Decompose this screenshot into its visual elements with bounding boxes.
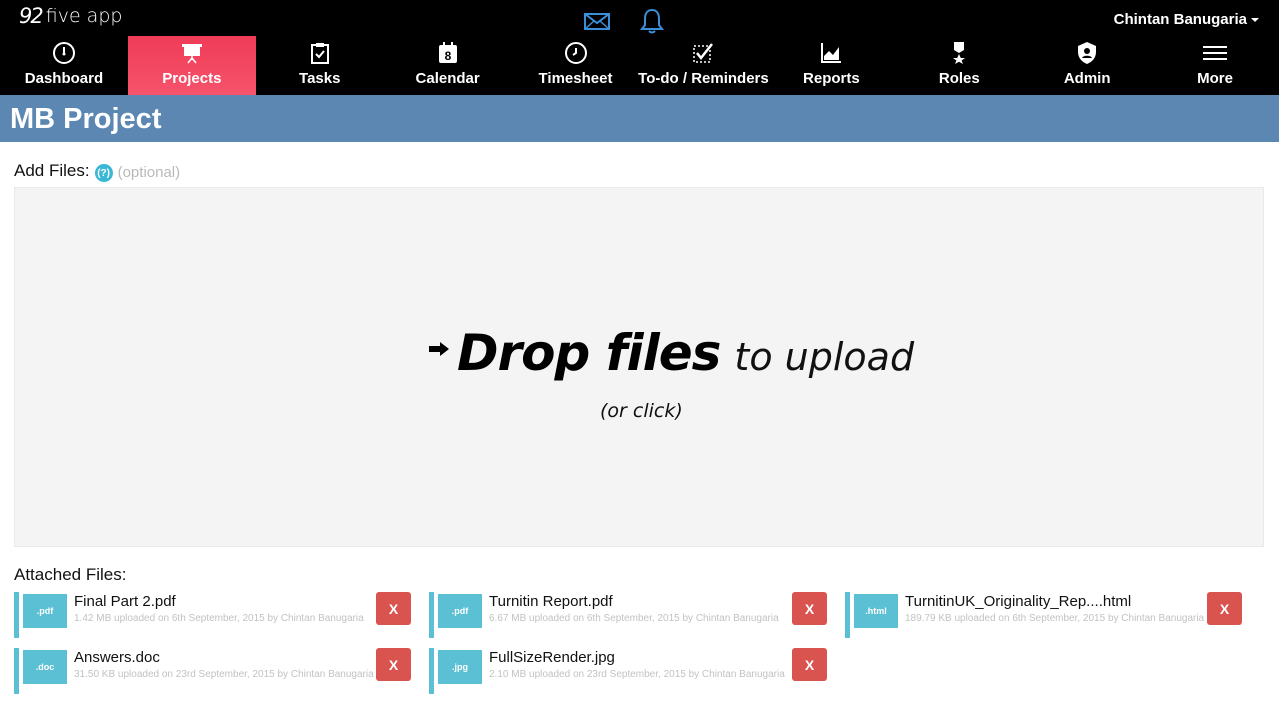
top-navigation-bar: 92 five app Chintan Banugaria Dashboard … [0, 0, 1279, 95]
page-title: MB Project [10, 103, 162, 135]
nav-label: Projects [162, 70, 222, 87]
file-type-thumb: .pdf [23, 594, 67, 628]
file-name[interactable]: Answers.doc [74, 649, 374, 666]
attached-file[interactable]: .pdf Final Part 2.pdf 1.42 MB uploaded o… [14, 592, 414, 638]
nav-label: Dashboard [24, 70, 104, 87]
nav-label: Reports [803, 70, 860, 87]
dropzone-message: Drop files to upload [429, 324, 914, 382]
attached-file[interactable]: .jpg FullSizeRender.jpg 2.10 MB uploaded… [429, 648, 829, 694]
file-name[interactable]: TurnitinUK_Originality_Rep....html [905, 593, 1204, 610]
file-type-thumb: .html [854, 594, 898, 628]
attached-file[interactable]: .html TurnitinUK_Originality_Rep....html… [845, 592, 1245, 638]
nav-label: To-do / Reminders [638, 70, 769, 87]
file-type-thumb: .jpg [438, 650, 482, 684]
medal-icon [946, 40, 972, 66]
delete-file-button[interactable]: X [376, 592, 411, 625]
file-meta: 189.79 KB uploaded on 6th September, 201… [905, 613, 1205, 624]
file-name[interactable]: FullSizeRender.jpg [489, 649, 785, 666]
file-dropzone[interactable]: Drop files to upload (or click) [14, 187, 1264, 547]
optional-text: (optional) [117, 163, 181, 181]
nav-item-calendar[interactable]: 8 Calendar [384, 36, 512, 95]
file-accent-bar [14, 648, 19, 694]
shield-user-icon [1074, 40, 1100, 66]
nav-item-projects[interactable]: Projects [127, 36, 256, 95]
file-accent-bar [14, 592, 19, 638]
arrow-right-icon [429, 342, 449, 356]
clipboard-check-icon [307, 40, 333, 66]
nav-label: Timesheet [538, 70, 613, 87]
nav-item-roles[interactable]: Roles [895, 36, 1023, 95]
file-type-thumb: .doc [23, 650, 67, 684]
file-meta: 1.42 MB uploaded on 6th September, 2015 … [74, 613, 364, 624]
nav-label: Roles [938, 70, 980, 87]
bell-icon[interactable] [637, 6, 667, 36]
delete-file-button[interactable]: X [376, 648, 411, 681]
nav-item-admin[interactable]: Admin [1023, 36, 1151, 95]
logo-wordmark: five app [45, 5, 123, 27]
mail-icon[interactable] [582, 6, 612, 36]
file-name[interactable]: Final Part 2.pdf [74, 593, 364, 610]
file-accent-bar [429, 592, 434, 638]
logo-mark: 92 [19, 4, 44, 28]
dropzone-main-text: Drop files [457, 324, 721, 382]
add-files-row: Add Files: (?) (optional) [14, 160, 180, 182]
nav-item-dashboard[interactable]: Dashboard [0, 36, 128, 95]
nav-item-todo-reminders[interactable]: To-do / Reminders [638, 36, 769, 95]
attached-file[interactable]: .doc Answers.doc 31.50 KB uploaded on 23… [14, 648, 414, 694]
file-meta: 2.10 MB uploaded on 23rd September, 2015… [489, 669, 785, 680]
calendar-icon: 8 [435, 40, 461, 66]
user-menu[interactable]: Chintan Banugaria [1114, 11, 1259, 28]
delete-file-button[interactable]: X [792, 592, 827, 625]
attached-file[interactable]: .pdf Turnitin Report.pdf 6.67 MB uploade… [429, 592, 829, 638]
file-type-thumb: .pdf [438, 594, 482, 628]
file-name[interactable]: Turnitin Report.pdf [489, 593, 779, 610]
dropzone-sub-text: to upload [734, 335, 915, 379]
dropzone-hint: (or click) [600, 400, 683, 422]
nav-label: Calendar [415, 70, 480, 87]
file-accent-bar [429, 648, 434, 694]
nav-item-reports[interactable]: Reports [767, 36, 895, 95]
nav-label: Admin [1063, 70, 1111, 87]
nav-item-timesheet[interactable]: Timesheet [512, 36, 640, 95]
file-meta: 6.67 MB uploaded on 6th September, 2015 … [489, 613, 779, 624]
caret-down-icon [1251, 17, 1259, 22]
presentation-board-icon [179, 40, 205, 66]
app-logo[interactable]: 92 five app [19, 4, 122, 28]
delete-file-button[interactable]: X [792, 648, 827, 681]
nav-label: Tasks [299, 70, 341, 87]
line-chart-icon [818, 40, 844, 66]
calendar-day: 8 [444, 49, 451, 63]
attached-files-label: Attached Files: [14, 565, 127, 584]
nav-item-tasks[interactable]: Tasks [256, 36, 384, 95]
hamburger-menu-icon [1202, 40, 1228, 66]
nav-label: More [1197, 70, 1233, 87]
file-accent-bar [845, 592, 850, 638]
main-nav: Dashboard Projects Tasks 8 Calendar Time… [0, 36, 1279, 95]
file-meta: 31.50 KB uploaded on 23rd September, 201… [74, 669, 374, 680]
project-header: MB Project [0, 95, 1279, 142]
speedometer-icon [51, 40, 77, 66]
nav-item-more[interactable]: More [1151, 36, 1279, 95]
help-icon[interactable]: (?) [94, 164, 113, 182]
clock-icon [563, 40, 589, 66]
checklist-icon [690, 40, 716, 66]
add-files-label: Add Files: [14, 161, 90, 180]
delete-file-button[interactable]: X [1207, 592, 1242, 625]
user-name: Chintan Banugaria [1113, 11, 1247, 28]
